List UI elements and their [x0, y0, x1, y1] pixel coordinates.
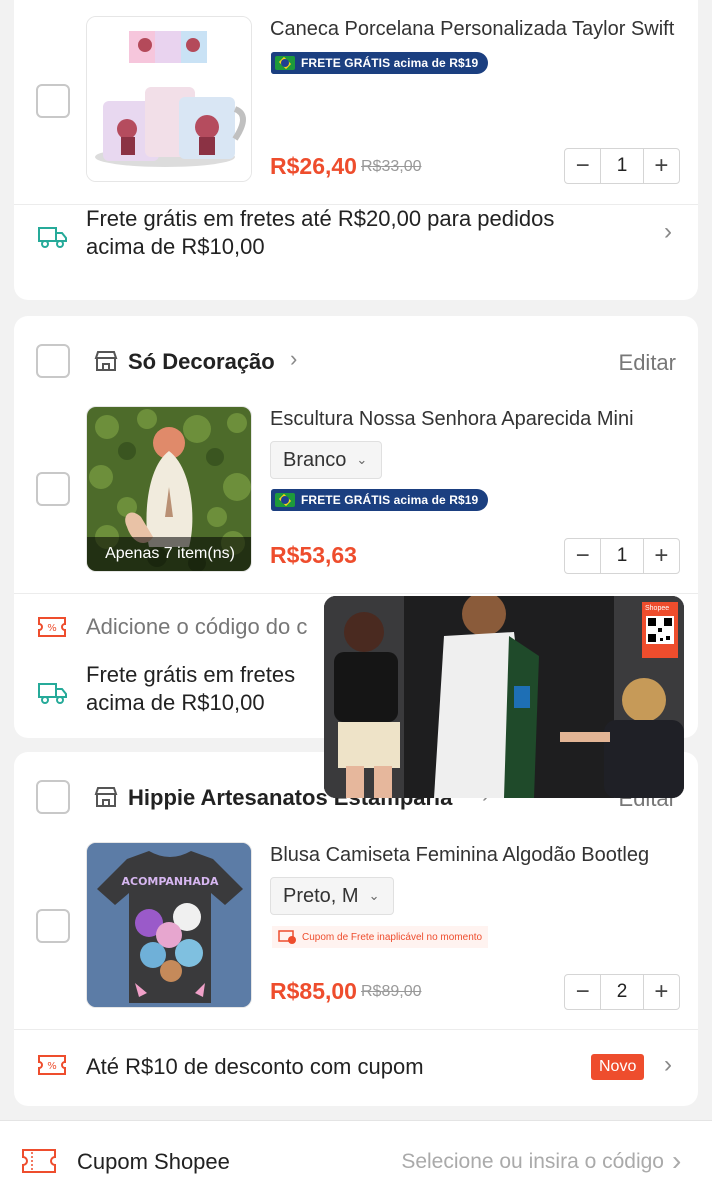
quantity-stepper: − 2 +	[564, 974, 680, 1010]
shipping-promo-text: Frete grátis em fretes até R$20,00 para …	[86, 206, 555, 259]
product-title[interactable]: Escultura Nossa Senhora Aparecida Mini	[270, 408, 678, 431]
product-price: R$53,63	[270, 542, 357, 568]
chevron-right-icon[interactable]: ›	[290, 346, 297, 372]
chevron-right-icon[interactable]: ›	[672, 1145, 681, 1177]
shop-name[interactable]: Só Decoração	[128, 349, 275, 375]
stock-label: Apenas 7 item(ns)	[87, 537, 251, 571]
variant-selector[interactable]: Branco ⌄	[270, 441, 383, 479]
edit-button[interactable]: Editar	[619, 350, 676, 376]
quantity-value[interactable]: 2	[600, 975, 644, 1009]
product-title[interactable]: Caneca Porcelana Personalizada Taylor Sw…	[270, 18, 678, 41]
video-frame	[324, 596, 684, 798]
shop-icon	[94, 787, 118, 807]
chevron-right-icon: ›	[664, 1051, 672, 1078]
item-checkbox[interactable]	[36, 472, 70, 506]
video-brand-label: Shopee	[645, 605, 670, 612]
increase-quantity-button[interactable]: +	[644, 975, 679, 1009]
product-old-price: R$89,00	[361, 983, 422, 1000]
shipping-promo-row[interactable]: Frete grátis em fretes até R$20,00 para …	[14, 205, 698, 300]
coupon-text: Até R$10 de desconto com cupom	[86, 1054, 424, 1079]
divider	[14, 593, 698, 594]
product-image-mug[interactable]	[86, 16, 252, 182]
svg-text:%: %	[47, 1061, 57, 1072]
variant-selector[interactable]: Preto, M ⌄	[270, 877, 395, 915]
coupon-warning: Cupom de Frete inaplicável no momento	[272, 926, 489, 948]
voucher-icon	[22, 1149, 56, 1173]
quantity-value[interactable]: 1	[600, 539, 644, 573]
coupon-icon: %	[38, 617, 66, 637]
item-checkbox[interactable]	[36, 909, 70, 943]
product-price: R$26,40	[270, 153, 357, 179]
brazil-flag-icon	[275, 56, 295, 70]
quantity-stepper: − 1 +	[564, 538, 680, 574]
divider	[14, 1029, 698, 1030]
shop-icon	[94, 351, 118, 371]
quantity-value[interactable]: 1	[600, 149, 644, 183]
free-shipping-badge: FRETE GRÁTIS acima de R$19	[271, 52, 489, 74]
shop-checkbox[interactable]	[36, 344, 70, 378]
shipping-promo-text: Frete grátis em fretes acima de R$10,00	[86, 662, 296, 715]
coupon-icon: %	[38, 1055, 66, 1075]
increase-quantity-button[interactable]: +	[644, 149, 679, 183]
chevron-down-icon: ⌄	[368, 888, 380, 903]
product-old-price: R$33,00	[361, 158, 422, 175]
truck-icon	[38, 683, 67, 704]
shopee-coupon-bar[interactable]: Cupom Shopee Selecione ou insira o códig…	[0, 1120, 712, 1200]
quantity-stepper: − 1 +	[564, 148, 680, 184]
shopee-coupon-label: Cupom Shopee	[77, 1149, 230, 1174]
shop-checkbox[interactable]	[36, 780, 70, 814]
cart-item-card-1: Caneca Porcelana Personalizada Taylor Sw…	[14, 0, 698, 300]
coupon-code-selector[interactable]: Selecione ou insira o código	[401, 1150, 664, 1174]
coupon-text: Adicione o código do c	[86, 614, 308, 639]
truck-icon	[38, 227, 67, 248]
product-image-tshirt[interactable]: ACOMPANHADA	[86, 842, 252, 1008]
item-checkbox[interactable]	[36, 84, 70, 118]
decrease-quantity-button[interactable]: −	[565, 149, 600, 183]
product-price: R$85,00	[270, 978, 357, 1004]
brazil-flag-icon	[275, 493, 295, 507]
svg-text:ACOMPANHADA: ACOMPANHADA	[121, 875, 219, 888]
new-badge: Novo	[591, 1054, 645, 1080]
floating-video-player[interactable]: Shopee	[324, 596, 684, 798]
chevron-down-icon: ⌄	[356, 452, 368, 467]
decrease-quantity-button[interactable]: −	[565, 539, 600, 573]
coupon-row[interactable]: % Até R$10 de desconto com cupom Novo ›	[14, 1047, 698, 1091]
product-image-sculpture[interactable]: Apenas 7 item(ns)	[86, 406, 252, 572]
shop-card-hippie-artesanatos: Hippie Artesanatos Estamparia › Editar A…	[14, 752, 698, 1106]
coupon-warning-icon	[278, 930, 296, 944]
svg-text:%: %	[47, 623, 57, 634]
product-title[interactable]: Blusa Camiseta Feminina Algodão Bootleg	[270, 844, 678, 867]
decrease-quantity-button[interactable]: −	[565, 975, 600, 1009]
free-shipping-badge: FRETE GRÁTIS acima de R$19	[271, 489, 489, 511]
increase-quantity-button[interactable]: +	[644, 539, 679, 573]
chevron-right-icon: ›	[664, 218, 672, 245]
